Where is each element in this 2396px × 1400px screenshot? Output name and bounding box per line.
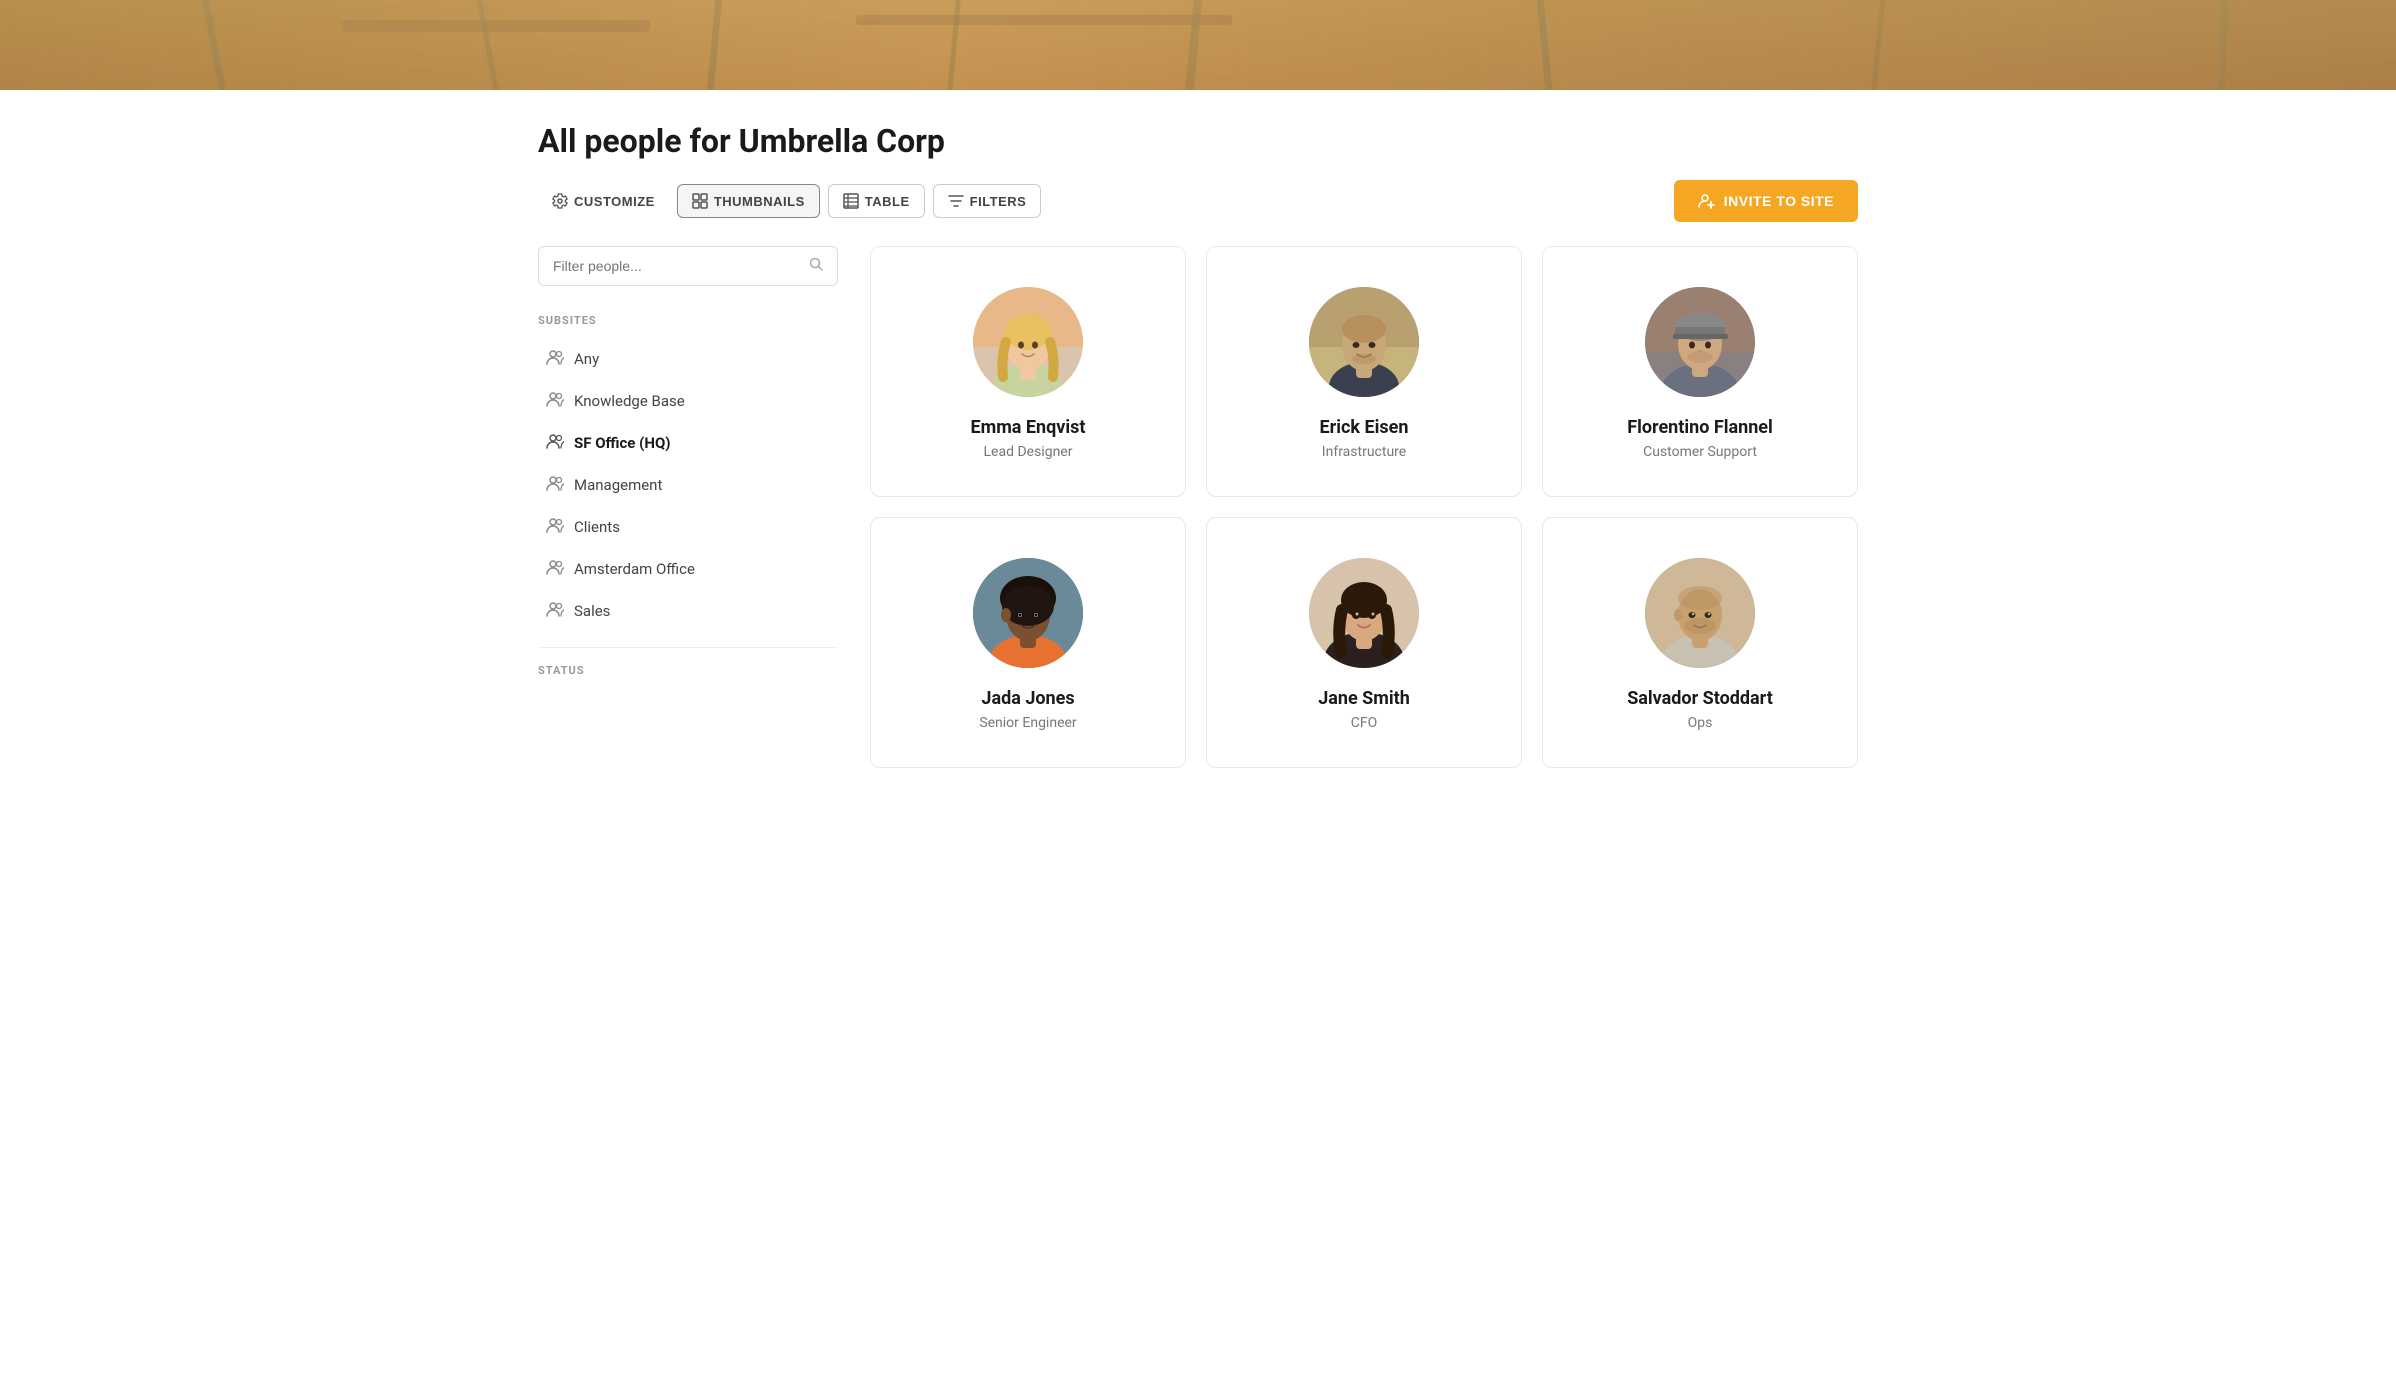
sidebar-item-clients[interactable]: Clients: [538, 507, 838, 547]
thumbnails-button[interactable]: THUMBNAILS: [677, 184, 820, 218]
table-button[interactable]: TABLE: [828, 184, 925, 218]
invite-label: INVITE TO SITE: [1724, 193, 1834, 209]
filters-button[interactable]: FILTERS: [933, 184, 1042, 218]
sf-office-label: SF Office (HQ): [574, 434, 671, 452]
page-header: All people for Umbrella Corp CUSTOMIZE: [538, 90, 1858, 246]
person-role-erick: Infrastructure: [1322, 444, 1406, 460]
sidebar-item-any[interactable]: Any: [538, 339, 838, 379]
search-icon: [809, 257, 823, 275]
person-name-florentino: Florentino Flannel: [1627, 417, 1773, 438]
table-label: TABLE: [865, 194, 910, 209]
person-name-salvador: Salvador Stoddart: [1627, 688, 1773, 709]
avatar-salvador-stoddart: [1645, 558, 1755, 668]
sidebar-item-knowledge-base[interactable]: Knowledge Base: [538, 381, 838, 421]
table-icon: [843, 193, 859, 209]
person-name-erick: Erick Eisen: [1320, 417, 1409, 438]
sidebar-item-sales[interactable]: Sales: [538, 591, 838, 631]
filters-label: FILTERS: [970, 194, 1027, 209]
avatar-jada-jones: [973, 558, 1083, 668]
sidebar-divider: [538, 647, 838, 648]
avatar-jane-smith: [1309, 558, 1419, 668]
sidebar: SUBSITES Any: [538, 246, 838, 768]
person-role-salvador: Ops: [1688, 715, 1713, 731]
person-card-salvador-stoddart[interactable]: Salvador Stoddart Ops: [1542, 517, 1858, 768]
sales-label: Sales: [574, 602, 610, 620]
knowledge-base-label: Knowledge Base: [574, 392, 685, 410]
people-icon-clients: [546, 517, 564, 537]
thumbnails-label: THUMBNAILS: [714, 194, 805, 209]
person-card-emma-enqvist[interactable]: Emma Enqvist Lead Designer: [870, 246, 1186, 497]
people-icon-knowledge-base: [546, 391, 564, 411]
thumbnails-icon: [692, 193, 708, 209]
amsterdam-label: Amsterdam Office: [574, 560, 695, 578]
any-label: Any: [574, 350, 599, 368]
person-name-jada: Jada Jones: [981, 688, 1074, 709]
status-section: STATUS: [538, 664, 838, 677]
page-title: All people for Umbrella Corp: [538, 122, 1858, 160]
person-role-emma: Lead Designer: [984, 444, 1073, 460]
gear-icon: [552, 193, 568, 209]
avatar-emma-enqvist: [973, 287, 1083, 397]
avatar-florentino-flannel: [1645, 287, 1755, 397]
subsites-label: SUBSITES: [538, 314, 838, 327]
person-role-jane: CFO: [1351, 715, 1377, 731]
people-icon-management: [546, 475, 564, 495]
person-name-emma: Emma Enqvist: [971, 417, 1086, 438]
sidebar-item-sf-office[interactable]: SF Office (HQ): [538, 423, 838, 463]
toolbar: CUSTOMIZE THUMBNAILS: [538, 180, 1858, 222]
sidebar-item-management[interactable]: Management: [538, 465, 838, 505]
subsites-section: SUBSITES Any: [538, 314, 838, 631]
person-role-jada: Senior Engineer: [979, 715, 1076, 731]
toolbar-left: CUSTOMIZE THUMBNAILS: [538, 184, 1041, 218]
hero-banner: [0, 0, 2396, 90]
person-name-jane: Jane Smith: [1318, 688, 1410, 709]
main-content: Emma Enqvist Lead Designer: [870, 246, 1858, 768]
management-label: Management: [574, 476, 662, 494]
customize-button[interactable]: CUSTOMIZE: [538, 185, 669, 217]
person-card-jada-jones[interactable]: Jada Jones Senior Engineer: [870, 517, 1186, 768]
person-role-florentino: Customer Support: [1643, 444, 1757, 460]
person-card-jane-smith[interactable]: Jane Smith CFO: [1206, 517, 1522, 768]
search-box[interactable]: [538, 246, 838, 286]
invite-to-site-button[interactable]: INVITE TO SITE: [1674, 180, 1858, 222]
people-icon-sf-office: [546, 433, 564, 453]
people-icon-amsterdam: [546, 559, 564, 579]
invite-icon: [1698, 192, 1716, 210]
cards-grid: Emma Enqvist Lead Designer: [870, 246, 1858, 768]
filter-icon: [948, 193, 964, 209]
search-input[interactable]: [553, 258, 809, 274]
sidebar-item-amsterdam[interactable]: Amsterdam Office: [538, 549, 838, 589]
people-icon-any: [546, 349, 564, 369]
people-icon-sales: [546, 601, 564, 621]
person-card-florentino-flannel[interactable]: Florentino Flannel Customer Support: [1542, 246, 1858, 497]
customize-label: CUSTOMIZE: [574, 194, 655, 209]
status-label: STATUS: [538, 664, 838, 677]
avatar-erick-eisen: [1309, 287, 1419, 397]
content-area: SUBSITES Any: [538, 246, 1858, 808]
clients-label: Clients: [574, 518, 620, 536]
person-card-erick-eisen[interactable]: Erick Eisen Infrastructure: [1206, 246, 1522, 497]
